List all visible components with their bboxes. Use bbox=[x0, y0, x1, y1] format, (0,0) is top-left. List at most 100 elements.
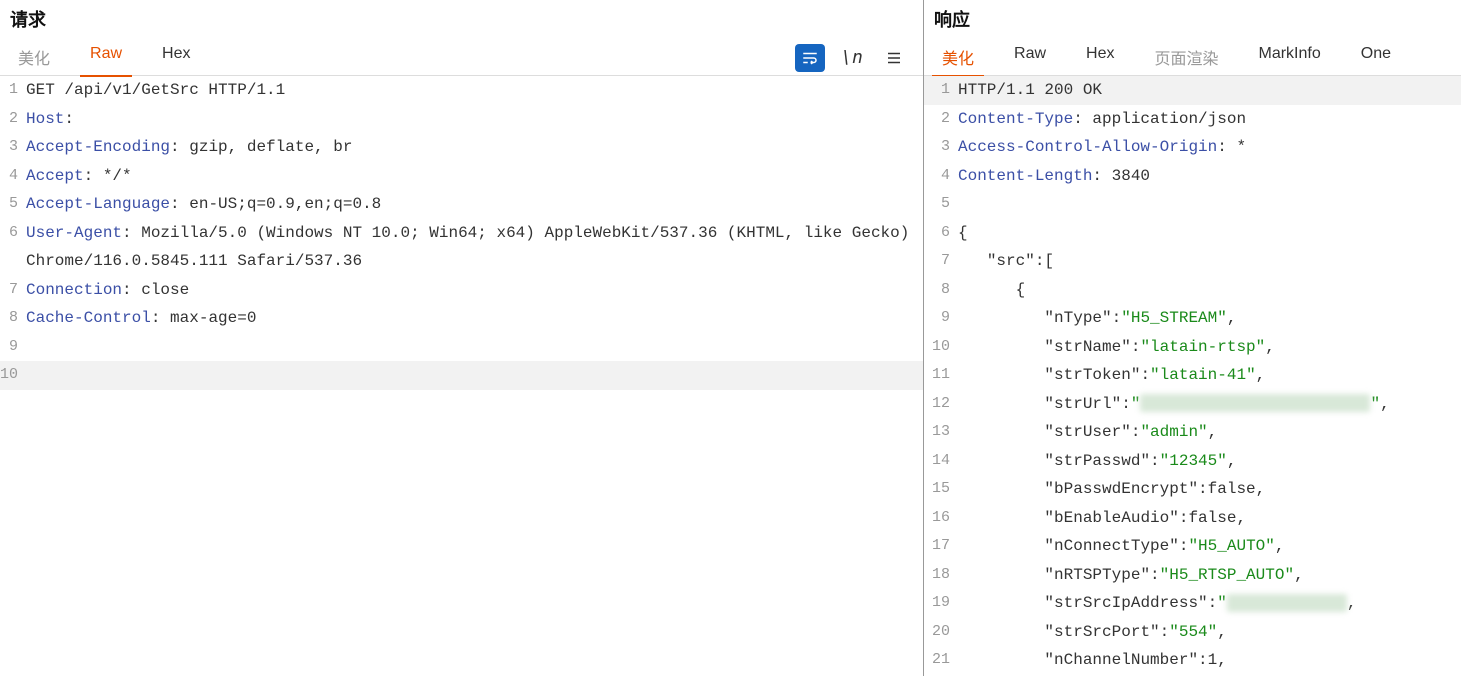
line-number: 5 bbox=[0, 190, 24, 219]
response-editor[interactable]: 1HTTP/1.1 200 OK2Content-Type: applicati… bbox=[924, 76, 1461, 676]
response-tabs-row: 美化 Raw Hex 页面渲染 MarkInfo One bbox=[924, 40, 1461, 76]
code-content: "bPasswdEncrypt":false, bbox=[956, 475, 1461, 504]
code-line[interactable]: 4Accept: */* bbox=[0, 162, 923, 191]
line-number: 3 bbox=[0, 133, 24, 162]
code-line[interactable]: 15 "bPasswdEncrypt":false, bbox=[924, 475, 1461, 504]
line-number: 11 bbox=[924, 361, 956, 390]
line-number: 7 bbox=[0, 276, 24, 305]
code-content: Content-Type: application/json bbox=[956, 105, 1461, 134]
code-content: "src":[ bbox=[956, 247, 1461, 276]
code-content: Cache-Control: max-age=0 bbox=[24, 304, 923, 333]
newline-button[interactable]: \n bbox=[837, 44, 867, 72]
tab-hex[interactable]: Hex bbox=[152, 39, 200, 77]
code-content: "strUrl":" ", bbox=[956, 390, 1461, 419]
line-number: 9 bbox=[924, 304, 956, 333]
code-line[interactable]: 2Host: bbox=[0, 105, 923, 134]
line-number: 8 bbox=[924, 276, 956, 305]
code-line[interactable]: 12 "strUrl":" ", bbox=[924, 390, 1461, 419]
code-content bbox=[956, 190, 1461, 219]
code-line[interactable]: 9 "nType":"H5_STREAM", bbox=[924, 304, 1461, 333]
tab-pretty[interactable]: 美化 bbox=[8, 39, 60, 77]
code-line[interactable]: 8Cache-Control: max-age=0 bbox=[0, 304, 923, 333]
code-content: User-Agent: Mozilla/5.0 (Windows NT 10.0… bbox=[24, 219, 923, 276]
request-tabs-row: 美化 Raw Hex \n bbox=[0, 40, 923, 76]
code-line[interactable]: 7Connection: close bbox=[0, 276, 923, 305]
line-number: 15 bbox=[924, 475, 956, 504]
request-pane: 请求 美化 Raw Hex \n 1GET /api/v1/GetSrc HTT… bbox=[0, 0, 924, 676]
code-line[interactable]: 19 "strSrcIpAddress":" , bbox=[924, 589, 1461, 618]
request-title: 请求 bbox=[0, 0, 923, 40]
code-line[interactable]: 1HTTP/1.1 200 OK bbox=[924, 76, 1461, 105]
code-line[interactable]: 13 "strUser":"admin", bbox=[924, 418, 1461, 447]
request-tabs: 美化 Raw Hex bbox=[8, 39, 200, 77]
code-content: "nChannelNumber":1, bbox=[956, 646, 1461, 675]
redacted-text bbox=[1227, 594, 1347, 612]
line-number: 6 bbox=[0, 219, 24, 276]
code-line[interactable]: 9 bbox=[0, 333, 923, 362]
response-tabs: 美化 Raw Hex 页面渲染 MarkInfo One bbox=[932, 39, 1401, 77]
code-content: Accept-Encoding: gzip, deflate, br bbox=[24, 133, 923, 162]
code-line[interactable]: 3Accept-Encoding: gzip, deflate, br bbox=[0, 133, 923, 162]
code-content: HTTP/1.1 200 OK bbox=[956, 76, 1461, 105]
code-content: Access-Control-Allow-Origin: * bbox=[956, 133, 1461, 162]
tab-one-resp[interactable]: One bbox=[1351, 39, 1401, 77]
hamburger-icon bbox=[885, 49, 903, 67]
request-editor[interactable]: 1GET /api/v1/GetSrc HTTP/1.12Host:3Accep… bbox=[0, 76, 923, 676]
line-number: 2 bbox=[0, 105, 24, 134]
code-line[interactable]: 6User-Agent: Mozilla/5.0 (Windows NT 10.… bbox=[0, 219, 923, 276]
line-number: 1 bbox=[0, 76, 24, 105]
code-line[interactable]: 16 "bEnableAudio":false, bbox=[924, 504, 1461, 533]
code-line[interactable]: 6{ bbox=[924, 219, 1461, 248]
tab-hex-resp[interactable]: Hex bbox=[1076, 39, 1124, 77]
word-wrap-button[interactable] bbox=[795, 44, 825, 72]
code-content: Content-Length: 3840 bbox=[956, 162, 1461, 191]
line-number: 1 bbox=[924, 76, 956, 105]
code-content: "strName":"latain-rtsp", bbox=[956, 333, 1461, 362]
line-number: 14 bbox=[924, 447, 956, 476]
line-number: 21 bbox=[924, 646, 956, 675]
code-content bbox=[24, 333, 923, 362]
code-content: "strUser":"admin", bbox=[956, 418, 1461, 447]
line-number: 2 bbox=[924, 105, 956, 134]
code-line[interactable]: 1GET /api/v1/GetSrc HTTP/1.1 bbox=[0, 76, 923, 105]
code-content: "bEnableAudio":false, bbox=[956, 504, 1461, 533]
code-line[interactable]: 2Content-Type: application/json bbox=[924, 105, 1461, 134]
code-line[interactable]: 10 "strName":"latain-rtsp", bbox=[924, 333, 1461, 362]
code-line[interactable]: 4Content-Length: 3840 bbox=[924, 162, 1461, 191]
code-content: "nType":"H5_STREAM", bbox=[956, 304, 1461, 333]
code-content: Accept-Language: en-US;q=0.9,en;q=0.8 bbox=[24, 190, 923, 219]
tab-markinfo-resp[interactable]: MarkInfo bbox=[1249, 39, 1331, 77]
code-line[interactable]: 17 "nConnectType":"H5_AUTO", bbox=[924, 532, 1461, 561]
line-number: 3 bbox=[924, 133, 956, 162]
tab-raw[interactable]: Raw bbox=[80, 39, 132, 77]
code-content: Accept: */* bbox=[24, 162, 923, 191]
code-content: "nConnectType":"H5_AUTO", bbox=[956, 532, 1461, 561]
code-content: "strPasswd":"12345", bbox=[956, 447, 1461, 476]
code-line[interactable]: 5Accept-Language: en-US;q=0.9,en;q=0.8 bbox=[0, 190, 923, 219]
line-number: 18 bbox=[924, 561, 956, 590]
code-line[interactable]: 5 bbox=[924, 190, 1461, 219]
code-line[interactable]: 18 "nRTSPType":"H5_RTSP_AUTO", bbox=[924, 561, 1461, 590]
code-line[interactable]: 11 "strToken":"latain-41", bbox=[924, 361, 1461, 390]
code-line[interactable]: 20 "strSrcPort":"554", bbox=[924, 618, 1461, 647]
line-number: 17 bbox=[924, 532, 956, 561]
menu-button[interactable] bbox=[879, 44, 909, 72]
line-number: 10 bbox=[0, 361, 24, 390]
code-line[interactable]: 10 bbox=[0, 361, 923, 390]
tab-pretty-resp[interactable]: 美化 bbox=[932, 39, 984, 77]
request-toolbar: \n bbox=[795, 44, 923, 72]
redacted-text bbox=[1140, 394, 1370, 412]
newline-icon: \n bbox=[841, 47, 863, 68]
line-number: 8 bbox=[0, 304, 24, 333]
line-number: 4 bbox=[0, 162, 24, 191]
code-line[interactable]: 8 { bbox=[924, 276, 1461, 305]
code-line[interactable]: 3Access-Control-Allow-Origin: * bbox=[924, 133, 1461, 162]
line-number: 20 bbox=[924, 618, 956, 647]
code-line[interactable]: 14 "strPasswd":"12345", bbox=[924, 447, 1461, 476]
code-line[interactable]: 21 "nChannelNumber":1, bbox=[924, 646, 1461, 675]
code-content: { bbox=[956, 276, 1461, 305]
line-number: 13 bbox=[924, 418, 956, 447]
code-line[interactable]: 7 "src":[ bbox=[924, 247, 1461, 276]
tab-render-resp[interactable]: 页面渲染 bbox=[1144, 39, 1228, 77]
tab-raw-resp[interactable]: Raw bbox=[1004, 39, 1056, 77]
